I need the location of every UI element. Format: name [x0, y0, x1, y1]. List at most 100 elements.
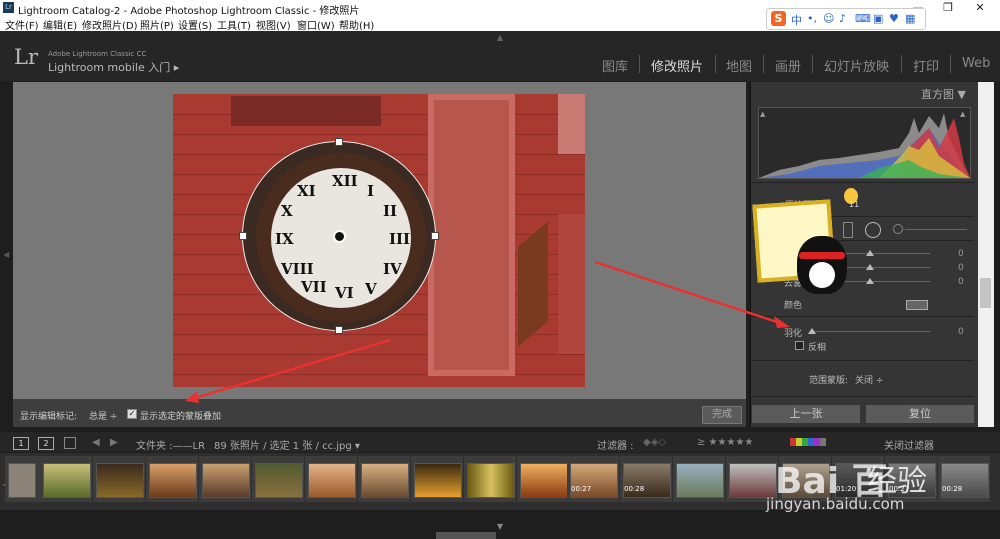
sogou-logo-icon[interactable]: S [771, 11, 786, 26]
color-swatch[interactable] [906, 300, 928, 310]
filmstrip-scrollbar[interactable] [436, 532, 496, 539]
panel-scrollbar[interactable] [978, 82, 994, 427]
menu-window[interactable]: 窗口(W) [297, 17, 335, 32]
film-thumbnail[interactable] [43, 463, 91, 498]
color-label-filter[interactable] [790, 438, 826, 446]
page-1-button[interactable]: 1 [13, 437, 29, 450]
rating-filter[interactable]: ≥ ★★★★★ [697, 437, 753, 448]
film-thumbnail[interactable] [96, 463, 144, 498]
film-thumbnail[interactable] [520, 463, 568, 498]
collapse-top-icon[interactable]: ▲ [497, 33, 503, 42]
film-thumbnail[interactable] [467, 463, 515, 498]
panel-divider [752, 360, 974, 361]
brick-line [173, 134, 585, 135]
restore-icon[interactable]: ❐ [934, 1, 962, 15]
module-web[interactable]: Web [962, 56, 990, 71]
mask-handle-top[interactable] [335, 138, 343, 146]
slider-knob[interactable] [866, 264, 874, 270]
module-book[interactable]: 画册 [775, 56, 801, 75]
collapse-left-icon[interactable]: ◀ [3, 250, 9, 259]
ime-mode[interactable]: 中 [791, 12, 802, 28]
menu-help[interactable]: 帮助(H) [339, 17, 374, 32]
previous-button[interactable]: 上一张 [752, 405, 860, 423]
menu-settings[interactable]: 设置(S) [178, 17, 212, 32]
brush-slider[interactable] [905, 229, 967, 230]
reset-button[interactable]: 复位 [866, 405, 974, 423]
film-thumbnail[interactable] [202, 463, 250, 498]
overlay-label[interactable]: 显示选定的蒙版叠加 [140, 409, 221, 422]
module-slideshow[interactable]: 幻灯片放映 [824, 56, 889, 75]
app-icon: Lr [3, 2, 14, 13]
grid-icon[interactable]: ▦ [905, 12, 915, 25]
menu-photo[interactable]: 照片(P) [140, 17, 174, 32]
film-thumbnail[interactable] [8, 463, 36, 498]
keyboard-icon[interactable]: ⌨ [855, 12, 871, 25]
menu-tools[interactable]: 工具(T) [217, 17, 251, 32]
radial-filter-icon[interactable] [865, 222, 881, 238]
mask-pin-icon[interactable] [333, 230, 346, 243]
brush-icon[interactable] [893, 224, 903, 234]
overlay-checkbox[interactable]: ✓ [127, 409, 137, 419]
lr-logo: Lr [14, 45, 38, 69]
clock-bracket [231, 96, 381, 126]
film-thumbnail[interactable] [255, 463, 303, 498]
menu-view[interactable]: 视图(V) [256, 17, 291, 32]
show-edit-pins-select[interactable]: 总是 ÷ [89, 409, 117, 422]
identity-line1: Adobe Lightroom Classic CC [48, 50, 147, 58]
mic-icon[interactable]: ♪ [839, 12, 846, 25]
menu-develop[interactable]: 修改照片(D) [82, 17, 138, 32]
grid-view-icon[interactable] [64, 437, 76, 449]
back-arrow-icon[interactable]: ◀ [92, 437, 100, 448]
feather-slider[interactable] [812, 331, 930, 332]
range-mask-select[interactable]: 关闭 ÷ [855, 373, 883, 386]
crop-tool-icon[interactable] [843, 222, 853, 238]
clock-numeral: VII [301, 278, 327, 296]
shirt-icon[interactable]: ♥ [889, 12, 899, 25]
done-button[interactable]: 完成 [702, 406, 742, 424]
dehaze-knob[interactable] [866, 278, 874, 284]
film-thumbnail[interactable] [308, 463, 356, 498]
module-library[interactable]: 图库 [602, 56, 628, 75]
clock-numeral: IX [275, 230, 294, 248]
invert-label[interactable]: 反相 [808, 340, 826, 353]
mask-handle-right[interactable] [431, 232, 439, 240]
film-thumbnail[interactable] [361, 463, 409, 498]
forward-arrow-icon[interactable]: ▶ [110, 437, 118, 448]
identity-line2[interactable]: Lightroom mobile 入门 ▸ [48, 59, 179, 75]
invert-checkbox[interactable] [795, 341, 804, 350]
panel-scrollbar-thumb[interactable] [980, 278, 991, 308]
module-develop[interactable]: 修改照片 [651, 56, 703, 75]
mask-handle-bottom[interactable] [335, 326, 343, 334]
color-label: 颜色 [784, 301, 803, 311]
film-thumbnail[interactable] [729, 463, 777, 498]
histogram-graph [759, 113, 970, 178]
feather-knob[interactable] [808, 328, 816, 334]
menu-file[interactable]: 文件(F) [5, 17, 39, 32]
collapse-bottom-icon[interactable]: ▼ [497, 522, 503, 531]
toolbox-icon[interactable]: ▣ [873, 12, 883, 25]
selection-count[interactable]: 89 张照片 / 选定 1 张 / cc.jpg ▾ [214, 437, 360, 452]
film-thumbnail[interactable] [149, 463, 197, 498]
close-icon[interactable]: ✕ [966, 1, 994, 15]
source-path[interactable]: 文件夹 :——LR [136, 437, 205, 452]
film-thumbnail[interactable] [414, 463, 462, 498]
flag-filter-icon[interactable]: ◆◈◇ [643, 437, 666, 448]
menu-edit[interactable]: 编辑(E) [43, 17, 77, 32]
histogram-title[interactable]: 直方图 ▼ [921, 86, 966, 102]
highlight-clip-icon[interactable]: ▲ [960, 110, 965, 118]
ime-toolbar[interactable]: S 中 •, ☺ ♪ ⌨ ▣ ♥ ▦ [766, 8, 926, 30]
filter-off-select[interactable]: 关闭过滤器 [884, 437, 934, 452]
emoji-icon[interactable]: ☺ [823, 12, 834, 25]
clock-numeral: II [383, 202, 398, 220]
module-map[interactable]: 地图 [726, 56, 752, 75]
punctuation-icon[interactable]: •, [807, 12, 817, 25]
range-mask-label: 范围蒙版: [809, 376, 849, 386]
page-2-button[interactable]: 2 [38, 437, 54, 450]
module-print[interactable]: 打印 [913, 56, 939, 75]
shadow-clip-icon[interactable]: ▲ [760, 110, 765, 118]
clock-numeral: XI [297, 182, 316, 200]
slider-knob[interactable] [866, 250, 874, 256]
clock-numeral: XII [332, 172, 358, 190]
mask-handle-left[interactable] [239, 232, 247, 240]
film-thumbnail[interactable] [676, 463, 724, 498]
